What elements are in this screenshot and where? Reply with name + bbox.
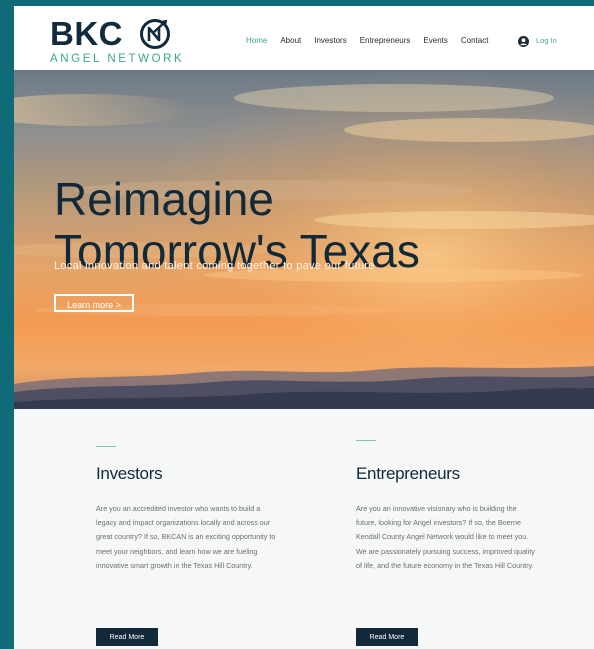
hero-section: Reimagine Tomorrow's Texas Local innovat…	[14, 70, 594, 409]
nav-home[interactable]: Home	[246, 34, 267, 48]
nav-events[interactable]: Events	[423, 34, 447, 48]
angel-n-circle-icon	[140, 19, 170, 49]
section-divider	[356, 440, 376, 441]
investors-body: Are you an accredited investor who wants…	[96, 504, 276, 570]
investors-heading: Investors	[96, 464, 163, 483]
login-button[interactable]: Log In	[518, 34, 557, 48]
page: BKC ANGEL NETWORK Home About Investors E…	[14, 6, 594, 649]
site-header: BKC ANGEL NETWORK Home About Investors E…	[14, 6, 594, 70]
nav-investors[interactable]: Investors	[314, 34, 346, 48]
learn-more-button[interactable]: Learn more >	[54, 294, 134, 312]
nav-entrepreneurs[interactable]: Entrepreneurs	[360, 34, 411, 48]
login-label: Log In	[536, 36, 557, 45]
section-divider	[96, 446, 116, 447]
entrepreneurs-read-more-button[interactable]: Read More	[356, 628, 418, 646]
user-avatar-icon	[518, 35, 529, 47]
entrepreneurs-heading: Entrepreneurs	[356, 464, 460, 483]
nav-about[interactable]: About	[280, 34, 301, 48]
hero-subtitle: Local innovation and talent coming toget…	[54, 260, 375, 272]
nav-contact[interactable]: Contact	[461, 34, 489, 48]
entrepreneurs-body: Are you an innovative visionary who is b…	[356, 504, 535, 570]
main-nav: Home About Investors Entrepreneurs Event…	[246, 34, 501, 48]
logo-subtitle: ANGEL NETWORK	[50, 53, 185, 65]
site-logo[interactable]: BKC ANGEL NETWORK	[50, 16, 190, 68]
investors-read-more-button[interactable]: Read More	[96, 628, 158, 646]
logo-wordmark: BKC	[50, 15, 123, 52]
hero-title-line-1: Reimagine	[54, 172, 274, 225]
